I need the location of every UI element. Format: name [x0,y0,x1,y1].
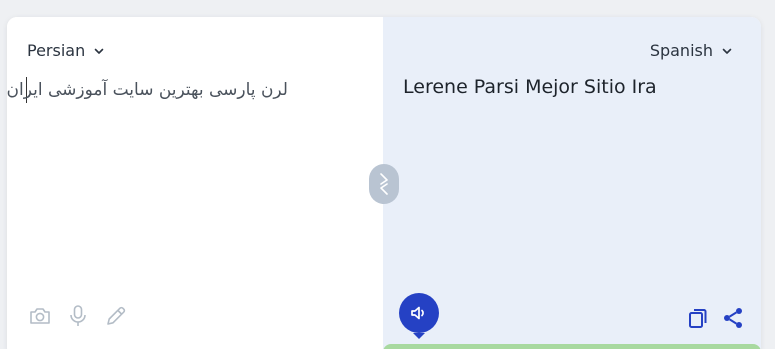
source-language-label: Persian [27,41,86,60]
target-language-label: Spanish [649,41,713,60]
status-strip [383,344,761,349]
chevron-down-icon [722,48,732,54]
chevron-down-icon [94,48,104,54]
speaker-icon [411,306,424,320]
camera-icon[interactable] [27,303,53,329]
speak-pointer [413,333,425,339]
source-pane: Persian لرن پارسی بهترین سایت آموزشی ایر… [7,17,383,349]
speak-button[interactable] [399,293,439,333]
translator-card: Persian لرن پارسی بهترین سایت آموزشی ایر… [7,17,761,349]
microphone-icon[interactable] [65,303,91,329]
source-language-select[interactable]: Persian [27,41,105,60]
share-icon[interactable] [721,306,745,330]
translation-output: Lerene Parsi Mejor Sitio Ira [403,76,657,98]
copy-icon[interactable] [686,306,710,330]
target-language-select[interactable]: Spanish [650,41,733,60]
pencil-icon[interactable] [103,303,129,329]
target-pane: Spanish Lerene Parsi Mejor Sitio Ira [383,17,761,349]
swap-languages-button[interactable] [369,164,399,204]
swap-icon [380,173,388,195]
source-text-input[interactable]: لرن پارسی بهترین سایت آموزشی ایران [7,77,288,103]
